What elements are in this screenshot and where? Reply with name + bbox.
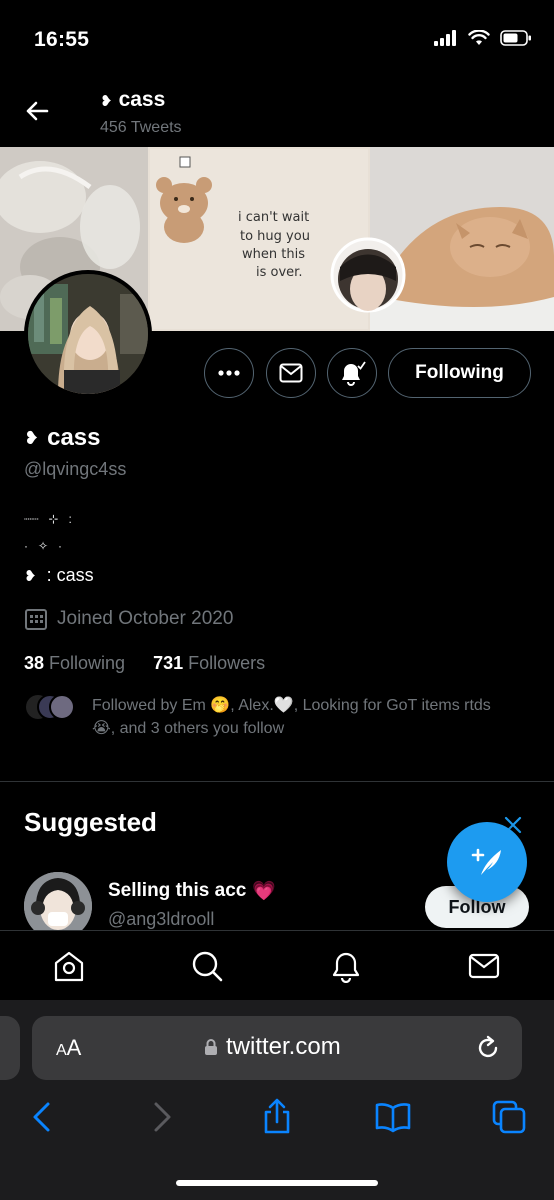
home-indicator — [176, 1180, 378, 1186]
url-display[interactable]: twitter.com — [204, 1033, 341, 1061]
banner-note-line-1: i can't wait — [238, 210, 309, 225]
back-icon[interactable] — [24, 1098, 62, 1136]
followed-by-text[interactable]: Followed by Em 🤭, Alex.🤍, Looking for Go… — [92, 694, 512, 740]
bio-line-2: · ✧ · — [24, 539, 63, 553]
wifi-icon — [468, 30, 490, 45]
reload-icon[interactable] — [474, 1034, 502, 1062]
suggested-heading: Suggested — [24, 807, 157, 837]
battery-icon — [500, 30, 531, 46]
follow-stats: 38 Following 731 Followers — [24, 653, 265, 674]
bio-line-1: ┈┈ ⊹ : — [24, 512, 72, 526]
following-count: 38 — [24, 653, 45, 673]
following-stat[interactable]: 38 Following — [24, 653, 125, 674]
previous-tab-preview[interactable] — [0, 1016, 20, 1080]
messages-icon[interactable] — [467, 949, 501, 983]
following-label: Following — [49, 653, 126, 673]
status-icons — [434, 30, 532, 46]
notifications-subscribe-button[interactable] — [327, 348, 377, 398]
joined-date: Joined October 2020 — [24, 607, 233, 631]
profile-handle: @lqvingc4ss — [24, 459, 127, 479]
url-text: twitter.com — [226, 1033, 341, 1060]
header-name: cass — [118, 88, 166, 111]
calendar-icon — [25, 609, 47, 630]
profile-name: ❥ cass — [24, 424, 100, 452]
followers-label: Followers — [188, 653, 266, 673]
back-arrow-icon[interactable] — [22, 96, 52, 126]
bell-check-icon — [342, 361, 366, 386]
bottom-tab-bar — [0, 930, 554, 1004]
banner-note-line-4: is over. — [256, 265, 302, 280]
share-icon[interactable] — [258, 1098, 296, 1136]
heart-arrow-icon: ❥ — [24, 427, 40, 448]
bio-line-3-text: : cass — [46, 565, 94, 585]
aa-label-large: A — [66, 1035, 82, 1060]
bio-line-3: ❥ : cass — [24, 565, 94, 586]
more-options-button[interactable] — [204, 348, 254, 398]
tabs-icon[interactable] — [490, 1098, 528, 1136]
bookmarks-icon[interactable] — [374, 1098, 412, 1136]
cellular-signal-icon — [434, 30, 456, 46]
heart-arrow-icon: ❥ — [24, 567, 37, 585]
compose-tweet-button[interactable] — [447, 822, 527, 902]
envelope-icon — [279, 363, 303, 383]
home-icon[interactable] — [52, 949, 86, 983]
followers-stat[interactable]: 731 Followers — [153, 653, 265, 674]
profile-avatar[interactable] — [24, 270, 152, 398]
tweet-count: 456 Tweets — [100, 119, 182, 136]
section-divider — [0, 781, 554, 782]
banner-note-line-2: to hug you — [240, 229, 310, 244]
profile-name-text: cass — [47, 424, 101, 451]
forward-icon[interactable] — [142, 1098, 180, 1136]
search-icon[interactable] — [190, 949, 224, 983]
banner-note-line-3: when this — [242, 247, 305, 262]
header-title: ❥ cass — [100, 88, 165, 112]
heart-emoji-icon: 💗 — [252, 881, 276, 902]
suggested-user-handle: @ang3ldrooll — [108, 909, 215, 929]
notifications-icon[interactable] — [329, 949, 363, 983]
message-button[interactable] — [266, 348, 316, 398]
followers-count: 731 — [153, 653, 184, 673]
joined-text: Joined October 2020 — [57, 608, 234, 629]
heart-arrow-icon: ❥ — [100, 93, 113, 110]
compose-feather-icon — [471, 848, 501, 875]
reader-aa-button[interactable]: AA — [56, 1035, 81, 1061]
avatar-image — [28, 274, 148, 394]
status-time: 16:55 — [34, 28, 90, 51]
suggested-user-name[interactable]: Selling this acc 💗 — [108, 879, 276, 903]
more-dots-icon — [218, 370, 240, 376]
lock-icon — [205, 1039, 217, 1055]
following-button[interactable]: Following — [388, 348, 531, 398]
followed-by-avatars — [26, 694, 75, 720]
suggested-user-name-text: Selling this acc — [108, 880, 247, 901]
